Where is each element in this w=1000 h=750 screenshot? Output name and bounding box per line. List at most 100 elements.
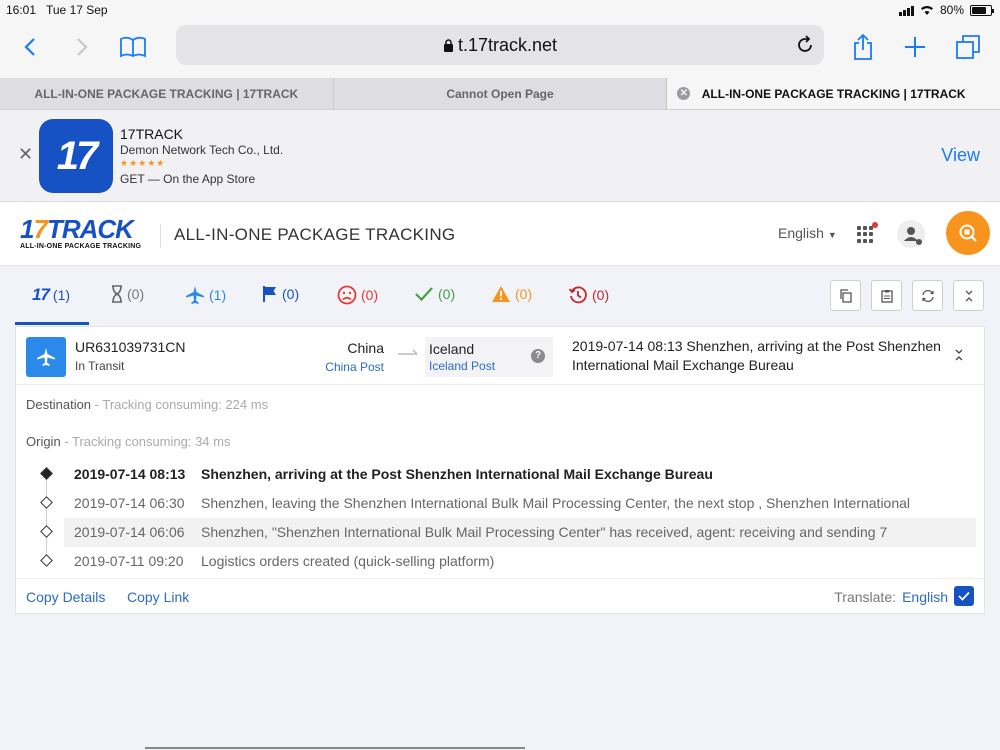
signal-icon	[898, 5, 914, 16]
destination-label: Destination	[26, 397, 92, 412]
warning-icon	[492, 286, 510, 302]
filter-all[interactable]: 17 (1)	[32, 285, 70, 305]
user-avatar[interactable]	[896, 219, 926, 254]
user-icon	[897, 220, 925, 248]
new-tab-button[interactable]	[902, 32, 928, 62]
origin-carrier-link[interactable]: China Post	[325, 360, 384, 374]
chevron-left-icon	[24, 38, 35, 56]
close-tab-icon[interactable]: ✕	[677, 87, 691, 100]
help-icon[interactable]: ?	[531, 349, 545, 363]
site-logo[interactable]: 17TRACK ALL-IN-ONE PACKAGE TRACKING	[20, 216, 150, 250]
tab-label: Cannot Open Page	[446, 86, 554, 101]
filter-pickup[interactable]: (0)	[262, 285, 299, 303]
status-filter-bar: 17 (1) (0) (1) (0) (0) (0) (0) (0)	[15, 276, 985, 326]
package-summary-row[interactable]: UR631039731CN In Transit China China Pos…	[16, 327, 984, 385]
filter-count: (0)	[127, 286, 145, 302]
filter-count: (0)	[282, 286, 300, 302]
translate-label: Translate:	[834, 589, 896, 605]
destination-tracking-line: Destination - Tracking consuming: 224 ms	[26, 397, 268, 412]
filter-undelivered[interactable]: (0)	[337, 285, 378, 305]
copy-details-button[interactable]: Copy Details	[26, 589, 105, 605]
share-button[interactable]	[850, 32, 876, 62]
origin-timing: - Tracking consuming: 34 ms	[60, 434, 231, 449]
language-selector[interactable]: English ▼	[778, 225, 837, 241]
origin-country: China	[347, 340, 384, 356]
copy-link-button[interactable]: Copy Link	[127, 589, 189, 605]
tab-3-active[interactable]: ✕ ALL-IN-ONE PACKAGE TRACKING | 17TRACK	[667, 78, 1000, 109]
origin-label: Origin	[26, 434, 61, 449]
event-description: Logistics orders created (quick-selling …	[201, 553, 495, 569]
tab-1[interactable]: ALL-IN-ONE PACKAGE TRACKING | 17TRACK	[0, 78, 334, 109]
tracking-event: 2019-07-14 08:13 Shenzhen, arriving at t…	[64, 460, 976, 489]
search-package-icon	[959, 224, 977, 242]
filter-delivered[interactable]: (0)	[414, 285, 455, 303]
wifi-icon	[920, 5, 933, 15]
header-divider	[160, 224, 161, 248]
view-app-button[interactable]: View	[941, 145, 980, 166]
rating-stars: ★★★★★	[120, 158, 166, 168]
filter-alert[interactable]: (0)	[491, 285, 532, 303]
translate-language-select[interactable]: English	[902, 589, 948, 605]
translate-checkbox[interactable]	[954, 586, 974, 606]
filter-expired[interactable]: (0)	[568, 285, 609, 305]
clipboard-button[interactable]	[871, 280, 902, 311]
filter-in-transit[interactable]: (1)	[185, 285, 226, 305]
collapse-toggle-icon[interactable]	[954, 349, 964, 364]
tracking-number[interactable]: UR631039731CN	[75, 339, 186, 355]
app-developer: Demon Network Tech Co., Ltd.	[120, 143, 284, 157]
filter-count: (1)	[209, 287, 227, 303]
copy-numbers-button[interactable]	[830, 280, 861, 311]
plus-icon	[905, 37, 925, 57]
browser-tabs: ALL-IN-ONE PACKAGE TRACKING | 17TRACK Ca…	[0, 78, 1000, 110]
17-logo-icon: 17	[32, 285, 50, 304]
tracking-event: 2019-07-11 09:20 Logistics orders create…	[64, 547, 976, 576]
destination-timing: - Tracking consuming: 224 ms	[91, 397, 269, 412]
event-time: 2019-07-11 09:20	[74, 553, 184, 569]
refresh-button[interactable]	[912, 280, 943, 311]
refresh-icon	[921, 289, 934, 302]
book-icon	[120, 36, 146, 58]
tracking-event: 2019-07-14 06:30 Shenzhen, leaving the S…	[64, 489, 976, 518]
collapse-all-button[interactable]	[953, 280, 984, 311]
card-actions: Copy Details Copy Link Translate: Englis…	[16, 578, 984, 614]
status-date: Tue 17 Sep	[46, 3, 108, 17]
timeline-line	[46, 473, 47, 559]
hourglass-icon	[112, 285, 122, 303]
logo-sub: ALL-IN-ONE PACKAGE TRACKING	[20, 243, 142, 250]
package-card: UR631039731CN In Transit China China Pos…	[15, 326, 985, 614]
transit-status-badge	[26, 337, 66, 377]
clipboard-icon	[880, 289, 893, 303]
tab-2[interactable]: Cannot Open Page	[334, 78, 668, 109]
url-label: t.17track.net	[457, 35, 558, 55]
tabs-icon	[956, 35, 980, 59]
app-name: 17TRACK	[120, 126, 184, 142]
event-time: 2019-07-14 06:30	[74, 495, 185, 511]
url-text: t.17track.net	[176, 35, 824, 56]
origin-tracking-line: Origin - Tracking consuming: 34 ms	[26, 434, 230, 449]
timeline-marker	[40, 525, 53, 538]
close-banner-icon[interactable]: ✕	[18, 144, 33, 165]
back-button[interactable]	[20, 32, 40, 62]
collapse-icon	[965, 290, 972, 301]
filter-count: (0)	[361, 287, 379, 303]
tab-label: ALL-IN-ONE PACKAGE TRACKING | 17TRACK	[701, 86, 966, 101]
event-description: Shenzhen, arriving at the Post Shenzhen …	[201, 466, 713, 482]
browser-toolbar: t.17track.net	[0, 20, 1000, 78]
bookmarks-button[interactable]	[118, 32, 148, 62]
caret-down-icon: ▼	[827, 230, 837, 240]
filter-count: (1)	[52, 287, 71, 303]
reload-button[interactable]	[796, 34, 814, 59]
forward-button[interactable]	[72, 32, 92, 62]
event-time: 2019-07-14 08:13	[74, 466, 186, 482]
status-time: 16:01	[6, 3, 37, 17]
apps-grid-icon[interactable]	[857, 226, 874, 243]
timeline-marker-current	[40, 467, 53, 480]
filter-pending[interactable]: (0)	[111, 285, 144, 303]
tabs-button[interactable]	[954, 32, 982, 62]
track-search-button[interactable]	[946, 211, 990, 255]
plane-icon	[37, 348, 55, 366]
language-label: English	[778, 225, 824, 241]
address-bar[interactable]: t.17track.net	[176, 25, 824, 65]
app-icon-logo: 17	[56, 133, 98, 178]
destination-carrier-link[interactable]: Iceland Post	[429, 359, 495, 373]
